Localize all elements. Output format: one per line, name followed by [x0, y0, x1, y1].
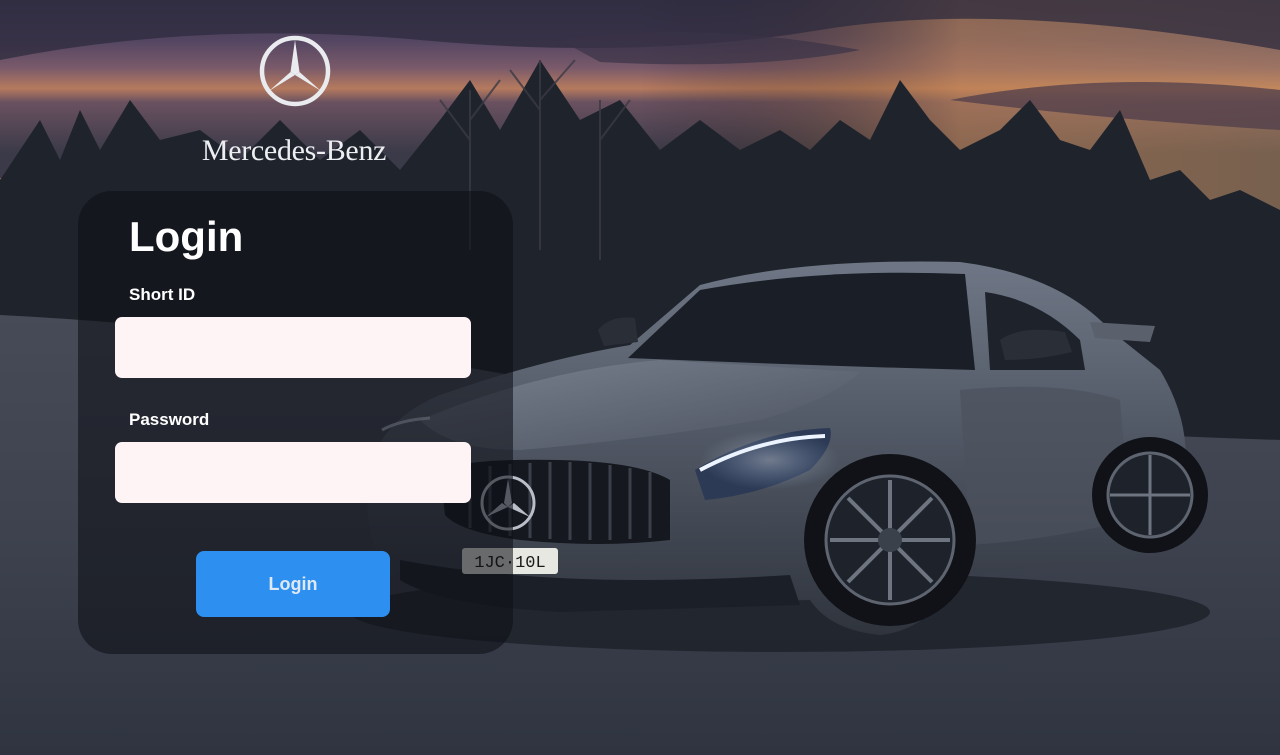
short-id-input[interactable] [115, 317, 471, 378]
login-page: 1JC·10L Mercedes-Benz Login Short ID [0, 0, 1280, 755]
password-input[interactable] [115, 442, 471, 503]
login-button[interactable]: Login [196, 551, 390, 617]
brand-logo: Mercedes-Benz [186, 34, 402, 174]
short-id-label: Short ID [129, 285, 196, 304]
password-label: Password [129, 410, 210, 429]
mercedes-star-icon [259, 35, 331, 107]
brand-name: Mercedes-Benz [201, 134, 387, 167]
login-title: Login [129, 213, 244, 260]
login-panel: Login Short ID Password Login [78, 191, 513, 654]
